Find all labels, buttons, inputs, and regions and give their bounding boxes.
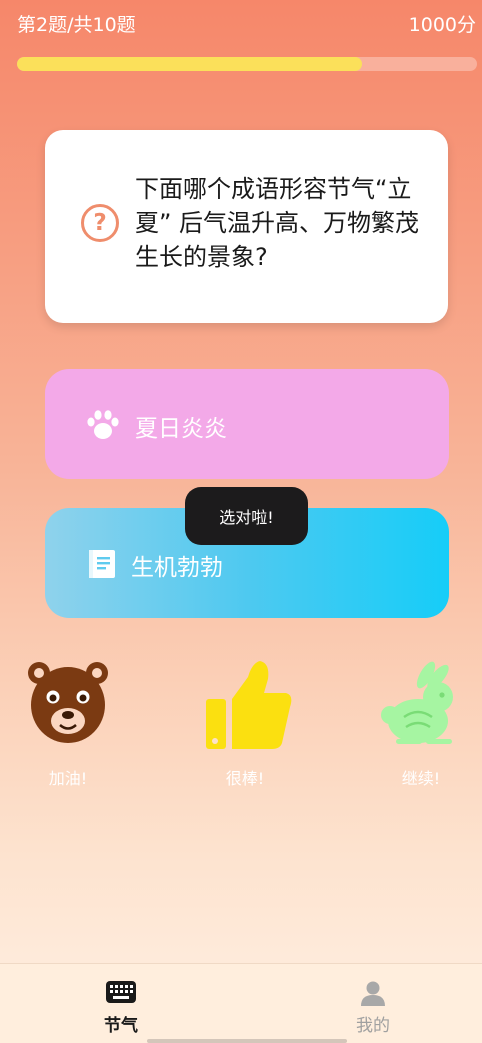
tab-solar-terms[interactable]: 节气 [81,978,161,1036]
home-indicator [147,1039,347,1043]
question-circle-icon: ? [81,204,119,242]
reaction-great[interactable]: 很棒! [190,655,300,790]
reaction-great-label: 很棒! [225,769,265,788]
answer-option-1-label: 夏日炎炎 [135,416,227,442]
feedback-toast: 选对啦! [185,487,308,545]
reaction-cheer[interactable]: 加油! [13,655,123,790]
tab-mine-label: 我的 [356,1016,390,1036]
book-icon [89,550,115,578]
quiz-header: 第2题/共10题 1000分 [0,0,482,50]
progress-bar [17,57,477,71]
tab-solar-terms-label: 节气 [104,1016,138,1036]
keyboard-icon [106,981,136,1003]
tab-mine[interactable]: 我的 [333,978,413,1036]
bottom-tab-bar: 节气 我的 [0,963,482,1043]
rabbit-icon [381,661,453,744]
paw-icon [87,410,119,439]
bear-icon [28,662,108,743]
reaction-continue-label: 继续! [401,769,441,788]
user-icon [361,981,385,1006]
progress-bar-fill [17,57,362,71]
answer-option-1[interactable]: 夏日炎炎 [45,369,449,479]
reaction-continue[interactable]: 继续! [366,655,476,790]
reaction-cheer-label: 加油! [48,769,88,788]
answer-option-2-label: 生机勃勃 [131,555,223,581]
question-progress-label: 第2题/共10题 [17,14,136,36]
question-text: 下面哪个成语形容节气“立夏” 后气温升高、万物繁茂生长的景象? [135,175,420,271]
question-card: ? 下面哪个成语形容节气“立夏” 后气温升高、万物繁茂生长的景象? [45,130,448,323]
thumbs-up-icon [206,661,292,749]
score-label: 1000分 [408,14,476,36]
